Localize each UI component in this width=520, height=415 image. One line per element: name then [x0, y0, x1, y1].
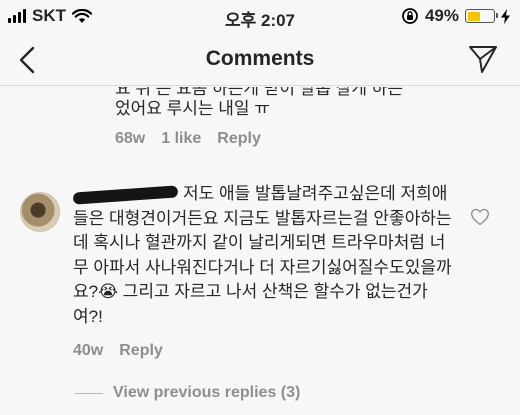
replies-divider — [75, 392, 103, 394]
view-replies-label[interactable]: View previous replies (3) — [113, 384, 300, 402]
avatar[interactable] — [20, 192, 60, 232]
rotation-lock-icon — [402, 8, 418, 24]
comment-age: 68w — [115, 130, 146, 147]
charging-bolt-icon — [501, 8, 510, 24]
status-right: 49% — [401, 6, 510, 26]
navigation-bar: Comments — [0, 34, 520, 86]
comment-likes[interactable]: 1 like — [161, 130, 201, 148]
view-previous-replies[interactable]: View previous replies (3) — [75, 384, 300, 402]
comment-meta: 68w 1 like Reply — [115, 130, 505, 148]
battery-percent: 49% — [424, 6, 459, 25]
battery-level — [467, 11, 480, 21]
battery-icon — [465, 9, 498, 23]
comment-body: 저도 애들 발톱날려주고싶은데 저희애들은 대형견이거든요 지금도 발톱자르는걸… — [72, 182, 453, 364]
comment-text-clipped: 요 뒤 는 요옴 하는게 받이 발톱 잘게 하는 — [115, 87, 404, 97]
comment-age: 40w — [73, 342, 104, 359]
comment-text: 저도 애들 발톱날려주고싶은데 저희애들은 대형견이거든요 지금도 발톱자르는걸… — [73, 184, 452, 326]
comment-text: 었어요 루시는 내일 ㅠ — [115, 99, 270, 118]
page-title: Comments — [205, 47, 315, 70]
heart-outline-icon[interactable] — [470, 207, 490, 227]
reply-button[interactable]: Reply — [119, 339, 163, 364]
comment-meta: 40w Reply — [73, 339, 453, 364]
status-bar: SKT 오후 2:07 49% — [0, 0, 520, 34]
reply-button[interactable]: Reply — [217, 130, 261, 148]
redacted-username — [72, 184, 179, 205]
comment-item: 요 뒤 는 요옴 하는게 받이 발톱 잘게 하는 었어요 루시는 내일 ㅠ 68… — [115, 87, 505, 148]
chevron-left-icon[interactable] — [14, 45, 44, 75]
paper-plane-icon[interactable] — [468, 44, 498, 74]
